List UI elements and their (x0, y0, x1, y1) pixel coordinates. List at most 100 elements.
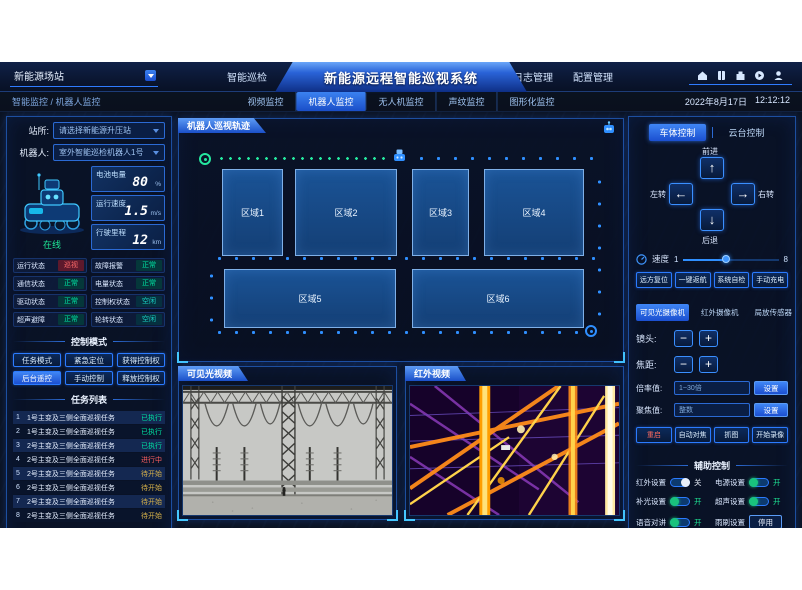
robot-stats: 电池电量 80 % 运行速度 1.5 m/s 行驶里程 12 km (91, 166, 165, 250)
zone-area-3[interactable]: 区域3 (412, 169, 469, 256)
tab-video-monitor[interactable]: 视频监控 (235, 92, 296, 111)
start-record-button[interactable]: 开始录像 (752, 427, 788, 443)
focus-minus-button[interactable]: − (674, 356, 693, 373)
zone-area-4[interactable]: 区域4 (484, 169, 584, 256)
tab-graphic-monitor[interactable]: 图形化监控 (498, 92, 567, 111)
station-dropdown[interactable]: 新能源场站 (10, 66, 158, 87)
robot-select[interactable]: 室外智能巡检机器人1号 (53, 144, 165, 161)
home-icon[interactable] (697, 70, 708, 81)
building-icon[interactable] (735, 70, 746, 81)
backward-button[interactable]: ↓ (700, 209, 724, 231)
tab-voiceprint-monitor[interactable]: 声纹监控 (437, 92, 498, 111)
tab-visible-camera[interactable]: 可见光摄像机 (636, 304, 689, 321)
turn-right-button[interactable]: → (731, 183, 755, 205)
track-end-marker (585, 325, 597, 337)
task-row[interactable]: 82号主变及三侧全面巡视任务待开始 (13, 509, 165, 522)
zone-area-1[interactable]: 区域1 (222, 169, 283, 256)
patrol-path-pending-middle (211, 256, 601, 261)
magnification-row: 倍率值: 1~30倍 设置 (636, 381, 788, 395)
zone-area-5[interactable]: 区域5 (224, 269, 396, 328)
manual-control-button[interactable]: 手动控制 (65, 371, 113, 385)
focus-value-set-button[interactable]: 设置 (754, 403, 788, 417)
patrol-track-title: 机器人巡视轨迹 (178, 118, 266, 133)
release-control-button[interactable]: 释放控制权 (117, 371, 165, 385)
focus-control: 焦距: − + (636, 356, 788, 373)
magnification-set-button[interactable]: 设置 (754, 381, 788, 395)
power-setting-toggle-row: 电源设置 开 (715, 477, 788, 488)
tab-pd-sensor[interactable]: 局放传感器 (751, 304, 797, 321)
zone-area-6[interactable]: 区域6 (412, 269, 584, 328)
ultrasonic-setting-toggle[interactable] (749, 497, 769, 506)
station-select-label: 站所: (13, 124, 53, 137)
task-row[interactable]: 72号主变及三侧全面巡视任务待开始 (13, 495, 165, 508)
speed-slider-knob[interactable] (722, 255, 730, 263)
zone-area-2[interactable]: 区域2 (295, 169, 397, 256)
patrol-path-pending-left (209, 265, 214, 331)
patrol-path-pending-right (597, 171, 602, 329)
ir-setting-toggle[interactable] (670, 478, 690, 487)
snapshot-button[interactable]: 抓图 (714, 427, 750, 443)
focus-value-input[interactable]: 整数 (674, 403, 750, 417)
task-row[interactable]: 32号主变及三侧全面巡视任务已执行 (13, 439, 165, 452)
emergency-locate-button[interactable]: 紧急定位 (65, 353, 113, 367)
lens-plus-button[interactable]: + (699, 330, 718, 347)
power-setting-toggle[interactable] (749, 478, 769, 487)
online-status-badge: 在线 (13, 238, 91, 251)
voice-intercom-toggle[interactable] (670, 518, 690, 527)
task-mode-button[interactable]: 任务模式 (13, 353, 61, 367)
chevron-down-icon (153, 151, 159, 155)
lens-minus-button[interactable]: − (674, 330, 693, 347)
fill-light-toggle[interactable] (670, 497, 690, 506)
task-row[interactable]: 62号主变及三侧全面巡视任务待开始 (13, 481, 165, 494)
ir-video-panel: 红外视频 (405, 366, 624, 520)
patrol-track-map: 区域1 区域2 区域3 区域4 区域5 区域6 (179, 119, 623, 361)
task-row[interactable]: 42号主变及三侧全面巡视任务进行中 (13, 453, 165, 466)
ledger-icon[interactable] (716, 70, 727, 81)
restart-button[interactable]: 重启 (636, 427, 672, 443)
auto-focus-button[interactable]: 自动对焦 (675, 427, 711, 443)
user-icon[interactable] (773, 70, 784, 81)
disc-icon[interactable] (754, 70, 765, 81)
task-list: 11号主变及三侧全面巡视任务已执行 21号主变及三侧全面巡视任务已执行 32号主… (13, 411, 165, 522)
turn-right-label: 右转 (758, 189, 774, 200)
speed-label: 速度 (652, 253, 669, 265)
nav-item-patrol[interactable]: 智能巡检 (218, 65, 276, 88)
robot-position-marker[interactable] (391, 148, 408, 163)
visible-video-image (183, 386, 392, 515)
tab-ptz-control[interactable]: 云台控制 (719, 124, 775, 141)
task-row[interactable]: 21号主变及三侧全面巡视任务已执行 (13, 425, 165, 438)
tab-robot-monitor[interactable]: 机器人监控 (296, 92, 366, 111)
tab-uav-monitor[interactable]: 无人机监控 (366, 92, 436, 111)
task-row[interactable]: 52号主变及三侧全面巡视任务待开始 (13, 467, 165, 480)
robot-select-label: 机器人: (13, 146, 53, 159)
speed-slider[interactable] (683, 254, 778, 264)
tab-separator (712, 127, 713, 138)
remote-control-button[interactable]: 后台遥控 (13, 371, 61, 385)
turn-left-button[interactable]: ← (669, 183, 693, 205)
wiper-toggle-button[interactable]: 停用 (749, 515, 782, 528)
forward-button[interactable]: ↑ (700, 157, 724, 179)
tab-ir-camera[interactable]: 红外摄像机 (697, 304, 743, 321)
nav-item-config-management[interactable]: 配置管理 (564, 65, 622, 88)
status-cell-fault: 故障报警正常 (91, 258, 165, 273)
focus-value-row: 聚焦值: 整数 设置 (636, 403, 788, 417)
magnification-input[interactable]: 1~30倍 (674, 381, 750, 395)
self-check-button[interactable]: 系统自检 (714, 272, 750, 288)
robot-image (13, 168, 91, 236)
mileage-stat: 行驶里程 12 km (91, 224, 165, 250)
return-home-button[interactable]: 一键返航 (675, 272, 711, 288)
ir-video-image (410, 386, 619, 515)
manual-charge-button[interactable]: 手动充电 (752, 272, 788, 288)
station-select[interactable]: 请选择新能源升压站 (53, 122, 165, 139)
patrol-path-pending-bottom (211, 330, 583, 335)
speed-stat: 运行速度 1.5 m/s (91, 195, 165, 221)
tab-body-control[interactable]: 车体控制 (649, 124, 705, 141)
battery-stat: 电池电量 80 % (91, 166, 165, 192)
task-row[interactable]: 11号主变及三侧全面巡视任务已执行 (13, 411, 165, 424)
acquire-control-button[interactable]: 获得控制权 (117, 353, 165, 367)
remote-reset-button[interactable]: 远方复位 (636, 272, 672, 288)
focus-plus-button[interactable]: + (699, 356, 718, 373)
breadcrumb: 智能监控 / 机器人监控 (12, 95, 101, 108)
robot-head-icon[interactable] (601, 121, 617, 135)
datetime: 2022年8月17日 12:12:12 (685, 95, 790, 108)
